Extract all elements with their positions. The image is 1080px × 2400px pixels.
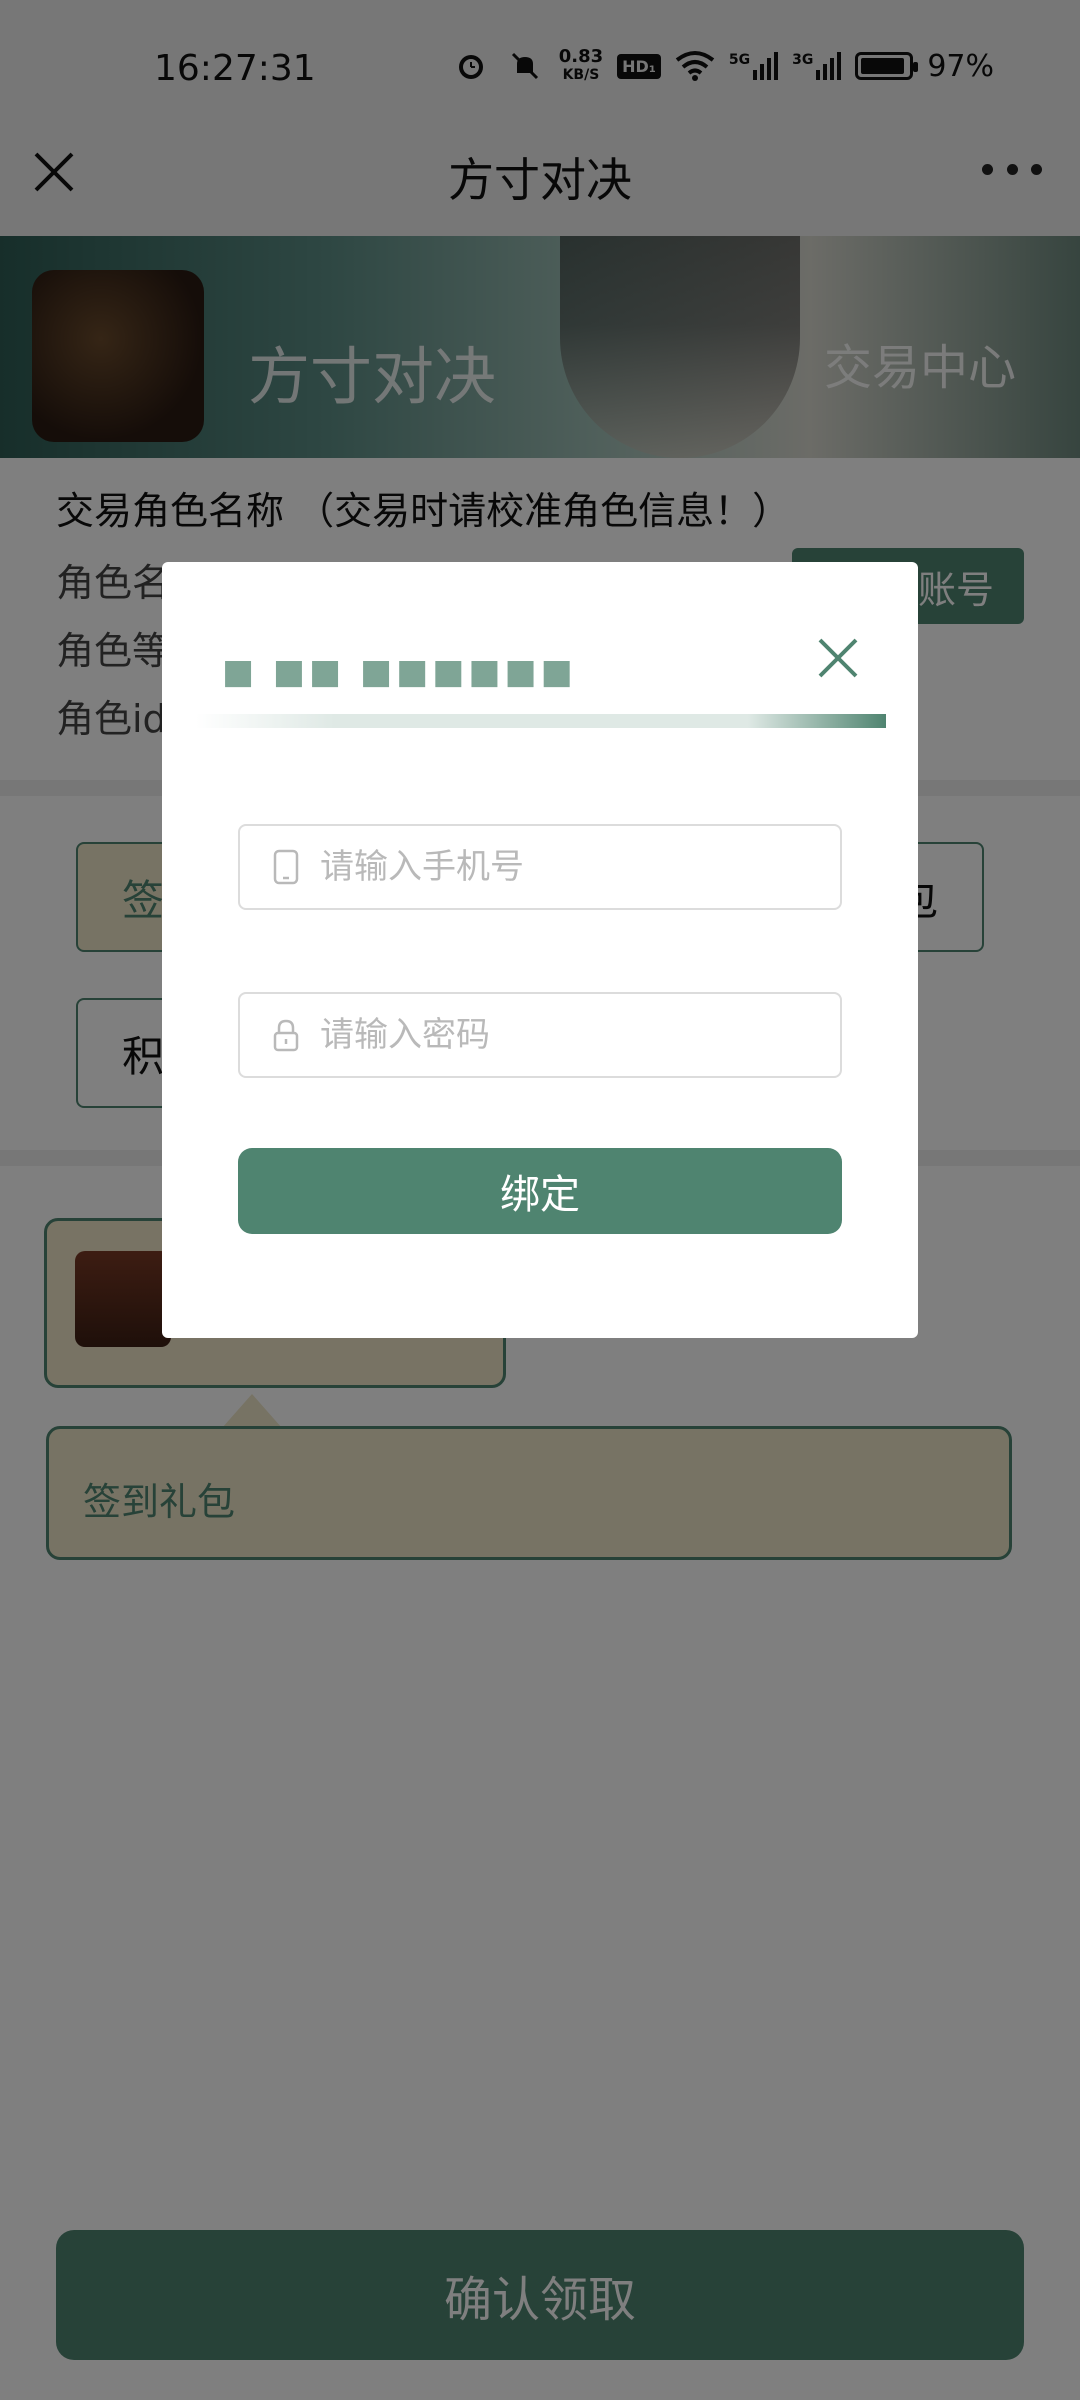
phone-icon xyxy=(270,847,302,887)
dialog-title: ■ ■■ ■■■■■■ xyxy=(222,652,577,692)
password-input[interactable] xyxy=(318,1014,840,1056)
phone-field[interactable] xyxy=(238,824,842,910)
bind-button-label: 绑定 xyxy=(500,1172,580,1218)
phone-input[interactable] xyxy=(318,846,840,888)
password-field[interactable] xyxy=(238,992,842,1078)
bind-account-dialog: ■ ■■ ■■■■■■ 绑定 xyxy=(162,562,918,1338)
dialog-close-icon[interactable] xyxy=(814,634,862,682)
dialog-title-underline xyxy=(196,714,886,728)
lock-icon xyxy=(270,1015,302,1055)
bind-button[interactable]: 绑定 xyxy=(238,1148,842,1234)
